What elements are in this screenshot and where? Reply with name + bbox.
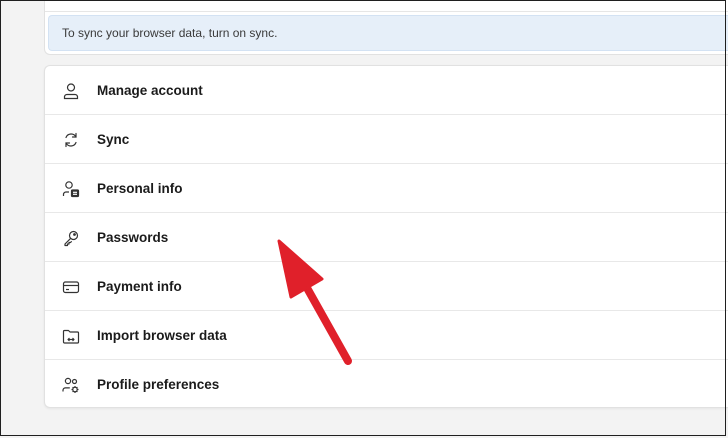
menu-item-label: Personal info bbox=[97, 181, 183, 196]
menu-item-personal-info[interactable]: Personal info bbox=[45, 164, 728, 213]
menu-item-payment-info[interactable]: Payment info bbox=[45, 262, 728, 311]
menu-item-label: Sync bbox=[97, 132, 130, 147]
menu-item-label: Manage account bbox=[97, 83, 203, 98]
menu-item-import-browser-data[interactable]: Import browser data bbox=[45, 311, 728, 360]
sync-banner: To sync your browser data, turn on sync. bbox=[48, 15, 728, 51]
menu-item-label: Passwords bbox=[97, 230, 169, 245]
profile-settings-list: Manage account Sync Personal info Passwo… bbox=[44, 65, 728, 408]
profile-settings-icon bbox=[61, 375, 81, 395]
menu-item-label: Import browser data bbox=[97, 328, 227, 343]
sync-icon bbox=[61, 130, 81, 150]
menu-item-sync[interactable]: Sync bbox=[45, 115, 728, 164]
menu-item-manage-account[interactable]: Manage account bbox=[45, 66, 728, 115]
person-icon bbox=[61, 81, 81, 101]
sync-banner-text: To sync your browser data, turn on sync. bbox=[62, 26, 278, 40]
menu-item-label: Profile preferences bbox=[97, 377, 220, 392]
card-divider bbox=[45, 11, 728, 12]
key-icon bbox=[61, 228, 81, 248]
menu-item-passwords[interactable]: Passwords bbox=[45, 213, 728, 262]
credit-card-icon bbox=[61, 277, 81, 297]
sync-status-card: To sync your browser data, turn on sync. bbox=[44, 0, 728, 55]
menu-item-label: Payment info bbox=[97, 279, 182, 294]
menu-item-profile-preferences[interactable]: Profile preferences bbox=[45, 360, 728, 409]
personal-info-icon bbox=[61, 179, 81, 199]
import-folder-icon bbox=[61, 326, 81, 346]
